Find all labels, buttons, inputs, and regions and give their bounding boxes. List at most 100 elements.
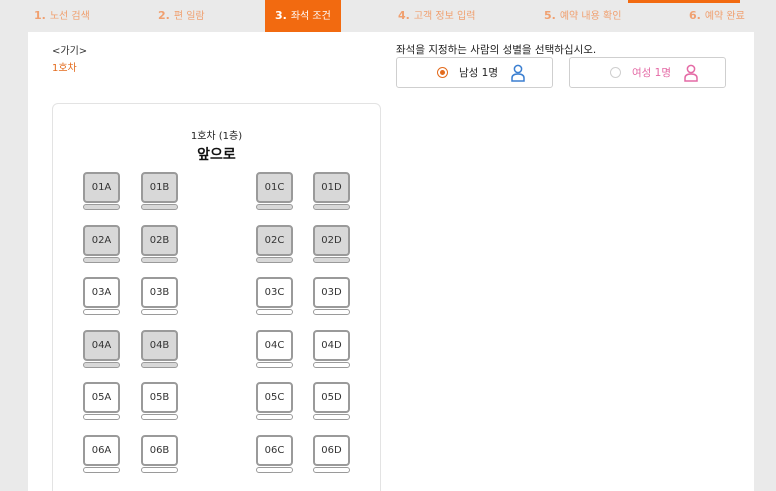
seat-cushion <box>141 309 178 315</box>
step-label: 예약 내용 확인 <box>559 11 622 22</box>
seat-cushion <box>313 414 350 420</box>
female-option-button[interactable]: 여성 1명 <box>569 57 726 88</box>
seat-cushion <box>141 362 178 368</box>
step-5: 5. 예약 내용 확인 <box>544 0 621 32</box>
seat-01B[interactable]: 01B <box>141 172 178 210</box>
step-3-active: 3. 좌석 조건 <box>265 0 341 39</box>
male-option-button[interactable]: 남성 1명 <box>396 57 553 88</box>
seat-04D[interactable]: 04D <box>313 330 350 368</box>
seat-05B[interactable]: 05B <box>141 382 178 420</box>
seat-cushion <box>141 257 178 263</box>
seat-label: 02C <box>256 225 293 256</box>
seat-cushion <box>256 257 293 263</box>
back-link[interactable]: <가기> <box>52 42 87 57</box>
seat-05C[interactable]: 05C <box>256 382 293 420</box>
step-number: 3. <box>275 9 287 22</box>
seat-cushion <box>83 362 120 368</box>
seat-label: 03D <box>313 277 350 308</box>
seat-03B[interactable]: 03B <box>141 277 178 315</box>
seat-cushion <box>313 257 350 263</box>
seat-label: 06D <box>313 435 350 466</box>
seat-03A[interactable]: 03A <box>83 277 120 315</box>
seat-cushion <box>141 414 178 420</box>
seat-label: 06A <box>83 435 120 466</box>
step-number: 4. <box>398 9 410 22</box>
seat-03C[interactable]: 03C <box>256 277 293 315</box>
seat-label: 02D <box>313 225 350 256</box>
seat-label: 03A <box>83 277 120 308</box>
female-radio[interactable] <box>610 67 621 78</box>
seat-label: 01B <box>141 172 178 203</box>
seat-04B[interactable]: 04B <box>141 330 178 368</box>
seat-label: 03B <box>141 277 178 308</box>
male-radio[interactable] <box>437 67 448 78</box>
step-label: 예약 완료 <box>704 11 745 22</box>
seat-cushion <box>256 204 293 210</box>
female-option-label: 여성 1명 <box>632 67 671 79</box>
seat-map: 1호차 (1층) 앞으로 01A 01B 01C 01D 02A 02B 02C 02D 03A… <box>52 103 381 491</box>
seat-cushion <box>313 309 350 315</box>
seat-label: 03C <box>256 277 293 308</box>
seat-label: 04A <box>83 330 120 361</box>
step-label: 편 일람 <box>173 11 205 22</box>
seat-label: 06B <box>141 435 178 466</box>
seat-06C[interactable]: 06C <box>256 435 293 473</box>
seat-02C[interactable]: 02C <box>256 225 293 263</box>
step-label: 고객 정보 입력 <box>413 11 476 22</box>
step-1: 1. 노선 검색 <box>34 0 90 32</box>
seat-label: 01C <box>256 172 293 203</box>
step-number: 5. <box>544 9 556 22</box>
seat-cushion <box>256 362 293 368</box>
seat-03D[interactable]: 03D <box>313 277 350 315</box>
seat-02D[interactable]: 02D <box>313 225 350 263</box>
seat-02A[interactable]: 02A <box>83 225 120 263</box>
step-4: 4. 고객 정보 입력 <box>398 0 475 32</box>
seat-cushion <box>83 414 120 420</box>
step-2: 2. 편 일람 <box>158 0 205 32</box>
seat-label: 01D <box>313 172 350 203</box>
seat-label: 06C <box>256 435 293 466</box>
step-6: 6. 예약 완료 <box>689 0 745 32</box>
seat-cushion <box>83 204 120 210</box>
female-person-icon <box>684 64 698 82</box>
seat-label: 04D <box>313 330 350 361</box>
seat-04A[interactable]: 04A <box>83 330 120 368</box>
seat-label: 04C <box>256 330 293 361</box>
seat-cushion <box>313 204 350 210</box>
seat-cushion <box>256 414 293 420</box>
front-direction-label: 앞으로 <box>197 147 236 163</box>
seat-label: 05D <box>313 382 350 413</box>
seat-cushion <box>256 309 293 315</box>
seat-label: 04B <box>141 330 178 361</box>
seat-label: 02B <box>141 225 178 256</box>
progress-steps: 1. 노선 검색 2. 편 일람 3. 좌석 조건 4. 고객 정보 입력 5. 예약 내… <box>0 0 776 39</box>
seat-04C[interactable]: 04C <box>256 330 293 368</box>
seat-06B[interactable]: 06B <box>141 435 178 473</box>
seat-cushion <box>313 362 350 368</box>
seat-02B[interactable]: 02B <box>141 225 178 263</box>
seat-label: 02A <box>83 225 120 256</box>
seat-cushion <box>256 467 293 473</box>
seat-01C[interactable]: 01C <box>256 172 293 210</box>
seat-06A[interactable]: 06A <box>83 435 120 473</box>
seat-cushion <box>313 467 350 473</box>
seat-cushion <box>83 467 120 473</box>
seat-01D[interactable]: 01D <box>313 172 350 210</box>
seat-label: 05B <box>141 382 178 413</box>
seat-label: 01A <box>83 172 120 203</box>
seat-label: 05C <box>256 382 293 413</box>
seat-06D[interactable]: 06D <box>313 435 350 473</box>
step-number: 6. <box>689 9 701 22</box>
step-number: 2. <box>158 9 170 22</box>
content-panel: <가기> 1호차 좌석을 지정하는 사람의 성별을 선택하십시오. 남성 1명 … <box>28 32 754 491</box>
seat-map-car-title: 1호차 (1층) <box>190 131 243 142</box>
seat-05A[interactable]: 05A <box>83 382 120 420</box>
male-person-icon <box>511 64 525 82</box>
seat-05D[interactable]: 05D <box>313 382 350 420</box>
seat-01A[interactable]: 01A <box>83 172 120 210</box>
seat-label: 05A <box>83 382 120 413</box>
car-label: 1호차 <box>52 63 77 74</box>
male-option-label: 남성 1명 <box>459 67 498 79</box>
seat-cushion <box>83 309 120 315</box>
step-number: 1. <box>34 9 46 22</box>
